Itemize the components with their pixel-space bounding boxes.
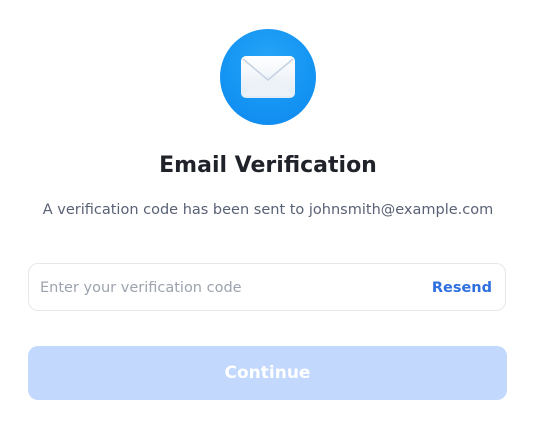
verification-code-input[interactable] (40, 276, 420, 300)
verification-message: A verification code has been sent to joh… (42, 202, 494, 218)
verification-code-field: Resend (28, 263, 506, 311)
continue-button[interactable]: Continue (28, 346, 507, 400)
resend-link[interactable]: Resend (432, 277, 492, 299)
envelope-icon (241, 56, 295, 98)
email-icon-badge (220, 29, 316, 125)
page-title: Email Verification (159, 153, 377, 178)
